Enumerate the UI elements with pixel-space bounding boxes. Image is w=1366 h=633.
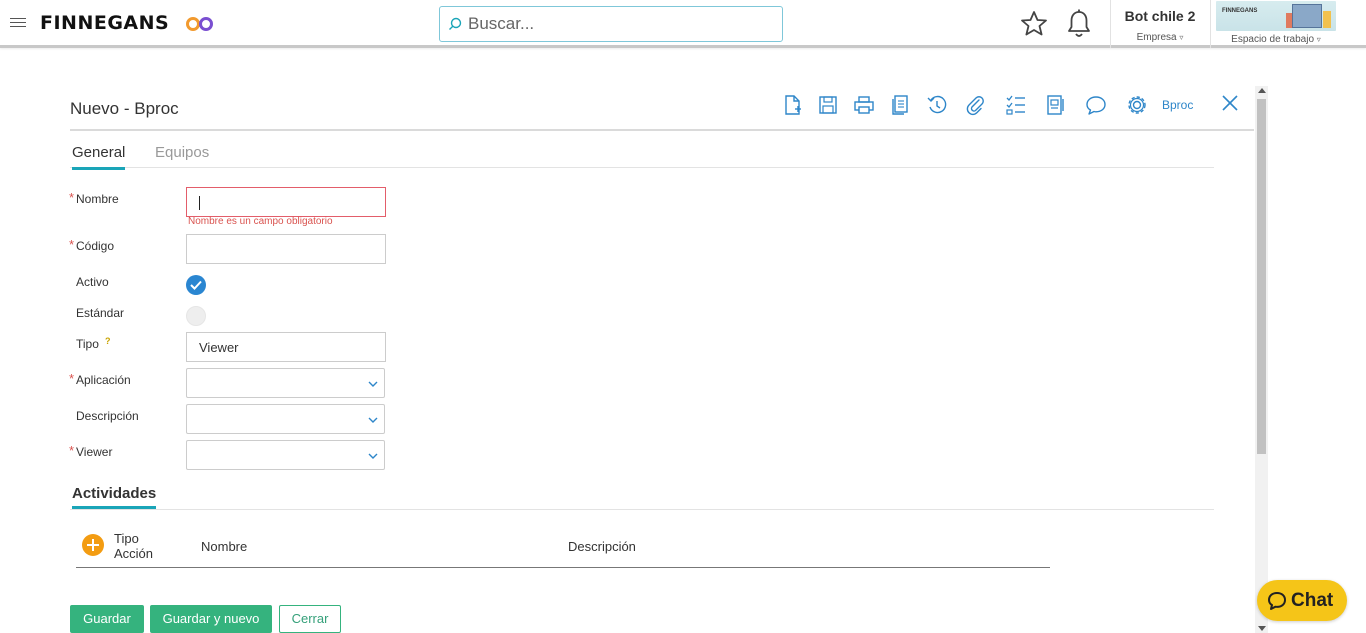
favorites-star-icon[interactable] (1019, 9, 1049, 39)
user-name: Bot chile 2 (1124, 8, 1196, 24)
viewer-select[interactable] (186, 440, 385, 470)
company-label: Empresa ▿ (1136, 32, 1184, 43)
scroll-up-arrow-icon[interactable] (1258, 88, 1266, 93)
bproc-link[interactable]: Bproc (1162, 98, 1193, 112)
scrollbar[interactable] (1255, 86, 1268, 633)
copy-document-icon[interactable] (889, 94, 911, 116)
workspace-selector[interactable]: FINNEGANS Espacio de trabajo ▿ (1212, 0, 1340, 48)
help-icon[interactable]: ? (105, 336, 115, 346)
column-header-tipo-accion[interactable]: Tipo Acción (114, 531, 174, 561)
save-button[interactable]: Guardar (70, 605, 144, 633)
required-mark: * (69, 443, 75, 458)
form-tabs: General Equipos (70, 142, 1214, 170)
workspace-image: FINNEGANS (1216, 1, 1336, 31)
estandar-checkbox[interactable] (186, 306, 206, 326)
actividades-section-title: Actividades (72, 485, 157, 509)
scroll-down-arrow-icon[interactable] (1258, 626, 1266, 631)
viewer-label: Viewer (76, 445, 113, 459)
caret-down-icon: ▿ (1179, 33, 1184, 42)
global-search[interactable] (439, 6, 783, 42)
section-divider (70, 509, 1214, 510)
hamburger-menu-icon[interactable] (10, 15, 26, 31)
tab-general[interactable]: General (72, 144, 126, 170)
divider (1210, 0, 1211, 48)
codigo-input[interactable] (186, 234, 386, 264)
chevron-down-icon (368, 417, 378, 423)
caret-down-icon: ▿ (1316, 35, 1321, 44)
aplicacion-label: Aplicación (76, 373, 131, 387)
activo-label: Activo (76, 275, 109, 289)
chevron-down-icon (368, 381, 378, 387)
save-and-new-button[interactable]: Guardar y nuevo (150, 605, 272, 633)
title-divider (70, 129, 1254, 131)
checkmark-icon (190, 280, 202, 290)
add-activity-button[interactable] (82, 534, 104, 556)
settings-gear-icon[interactable] (1126, 94, 1148, 116)
new-document-icon[interactable] (781, 94, 803, 116)
close-button[interactable]: Cerrar (279, 605, 341, 633)
required-mark: * (69, 190, 75, 205)
notifications-bell-icon[interactable] (1065, 8, 1093, 40)
text-cursor (199, 196, 200, 210)
save-icon[interactable] (817, 94, 839, 116)
tipo-field[interactable]: Viewer (186, 332, 386, 362)
chevron-down-icon (368, 453, 378, 459)
descripcion-select[interactable] (186, 404, 385, 434)
nombre-error-message: Nombre es un campo obligatorio (188, 216, 333, 227)
chat-button[interactable]: Chat (1257, 580, 1347, 621)
chat-label: Chat (1291, 590, 1334, 611)
workspace-label: Espacio de trabajo ▿ (1231, 34, 1321, 45)
form-panel: Nuevo - Bproc Bproc General Equipos * No… (69, 86, 1254, 633)
close-icon[interactable] (1220, 93, 1240, 113)
attachment-icon[interactable] (964, 94, 986, 116)
history-icon[interactable] (926, 94, 948, 116)
column-header-nombre[interactable]: Nombre (201, 539, 247, 554)
logo-co-icon (186, 17, 213, 31)
document-list-icon[interactable] (1044, 94, 1066, 116)
app-logo[interactable]: FINNEGANS (40, 12, 169, 34)
tab-equipos[interactable]: Equipos (155, 144, 209, 167)
codigo-label: Código (76, 239, 115, 253)
nombre-input[interactable] (186, 187, 386, 217)
chat-bubble-icon (1268, 592, 1286, 610)
activo-checkbox[interactable] (186, 275, 206, 295)
required-mark: * (69, 371, 75, 386)
required-mark: * (69, 237, 75, 252)
aplicacion-select[interactable] (186, 368, 385, 398)
estandar-label: Estándar (76, 306, 125, 320)
print-icon[interactable] (853, 94, 875, 116)
checklist-icon[interactable] (1005, 94, 1027, 116)
grid-header-divider (76, 567, 1050, 568)
descripcion-label: Descripción (76, 409, 139, 423)
column-header-descripcion[interactable]: Descripción (568, 539, 636, 554)
search-icon (449, 17, 462, 30)
nombre-label: Nombre (76, 192, 119, 206)
page-title: Nuevo - Bproc (70, 99, 179, 118)
tipo-label: Tipo (76, 337, 99, 351)
company-selector[interactable]: Bot chile 2 Empresa ▿ (1111, 0, 1209, 48)
top-bar: FINNEGANS Bot chile 2 Empresa ▿ FINNEGAN… (0, 0, 1366, 48)
scrollbar-thumb[interactable] (1257, 99, 1266, 454)
comment-icon[interactable] (1085, 94, 1107, 116)
search-input[interactable] (468, 14, 768, 34)
